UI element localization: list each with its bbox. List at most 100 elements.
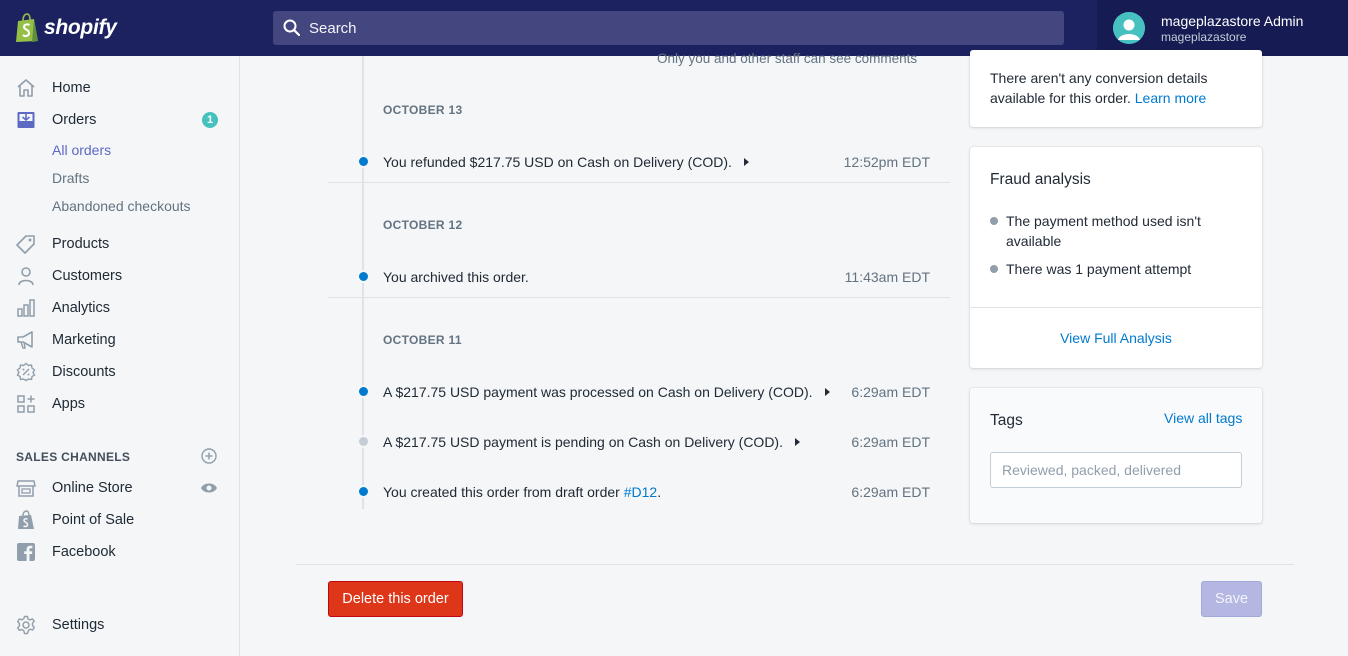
timeline-date: OCTOBER 11 bbox=[383, 333, 462, 347]
timeline-divider bbox=[328, 297, 950, 298]
shopify-logo[interactable]: shopify bbox=[0, 0, 240, 56]
delete-order-button[interactable]: Delete this order bbox=[328, 581, 463, 617]
timeline-divider bbox=[328, 182, 950, 183]
timeline-event-created: You created this order from draft order … bbox=[383, 484, 661, 500]
view-store-eye-icon[interactable] bbox=[200, 479, 218, 497]
fraud-analysis-card: Fraud analysis The payment method used i… bbox=[970, 147, 1262, 368]
sidebar-item-point-of-sale[interactable]: Point of Sale bbox=[0, 505, 239, 535]
draft-order-link[interactable]: #D12 bbox=[624, 484, 657, 500]
search-input[interactable]: Search bbox=[309, 20, 357, 37]
timeline-dot-pending bbox=[357, 435, 370, 448]
sidebar-item-label: Analytics bbox=[52, 300, 111, 316]
sidebar-item-label: Marketing bbox=[52, 332, 116, 348]
tags-title: Tags bbox=[990, 412, 1023, 429]
timeline-event-payment-pending[interactable]: A $217.75 USD payment is pending on Cash… bbox=[383, 434, 800, 450]
sidebar-item-apps[interactable]: Apps bbox=[0, 389, 239, 419]
tags-input[interactable]: Reviewed, packed, delivered bbox=[990, 452, 1242, 488]
apps-icon bbox=[16, 394, 36, 414]
customer-icon bbox=[16, 266, 36, 286]
fraud-analysis-title: Fraud analysis bbox=[990, 171, 1091, 188]
timeline-dot bbox=[357, 485, 370, 498]
footer-divider bbox=[296, 564, 1294, 565]
avatar bbox=[1113, 12, 1145, 44]
event-time: 12:52pm EDT bbox=[843, 154, 930, 170]
learn-more-link[interactable]: Learn more bbox=[1135, 90, 1207, 106]
sidebar-item-label: Orders bbox=[52, 112, 97, 128]
bullet-icon bbox=[990, 217, 998, 225]
view-full-analysis-link[interactable]: View Full Analysis bbox=[970, 330, 1262, 346]
sidebar-item-settings[interactable]: Settings bbox=[0, 610, 239, 640]
view-all-tags-link[interactable]: View all tags bbox=[1164, 410, 1242, 426]
sidebar-item-label: Point of Sale bbox=[52, 512, 135, 528]
search-bar[interactable]: Search bbox=[273, 11, 1064, 45]
sidebar-item-label: Discounts bbox=[52, 364, 116, 380]
sidebar-item-facebook[interactable]: Facebook bbox=[0, 537, 239, 567]
sidebar-item-label: Customers bbox=[52, 268, 123, 284]
facebook-icon bbox=[16, 542, 36, 562]
analytics-icon bbox=[16, 298, 36, 318]
event-text: You refunded $217.75 USD on Cash on Deli… bbox=[383, 154, 732, 170]
sidebar-item-label: Products bbox=[52, 236, 110, 252]
event-text: A $217.75 USD payment was processed on C… bbox=[383, 384, 813, 400]
event-text: You archived this order. bbox=[383, 269, 529, 285]
fraud-indicator: The payment method used isn't available bbox=[990, 211, 1220, 251]
event-time: 11:43am EDT bbox=[844, 269, 930, 285]
store-icon bbox=[16, 478, 36, 498]
pos-bag-icon bbox=[16, 510, 36, 530]
timeline-date: OCTOBER 13 bbox=[383, 103, 463, 117]
timeline-date: OCTOBER 12 bbox=[383, 218, 463, 232]
brand-name: shopify bbox=[44, 16, 117, 39]
home-icon bbox=[16, 78, 36, 98]
save-button[interactable]: Save bbox=[1201, 581, 1262, 617]
timeline-dot bbox=[357, 385, 370, 398]
orders-count-badge: 1 bbox=[202, 112, 218, 128]
timeline-dot bbox=[357, 270, 370, 283]
bullet-icon bbox=[990, 265, 998, 273]
timeline-event-refund[interactable]: You refunded $217.75 USD on Cash on Deli… bbox=[383, 154, 749, 170]
event-time: 6:29am EDT bbox=[851, 484, 930, 500]
fraud-indicator-text: There was 1 payment attempt bbox=[1006, 261, 1192, 277]
add-channel-icon[interactable] bbox=[200, 447, 218, 465]
megaphone-icon bbox=[16, 330, 36, 350]
orders-icon bbox=[16, 110, 36, 130]
sidebar-item-label: Apps bbox=[52, 396, 86, 412]
sidebar-item-label: Online Store bbox=[52, 480, 133, 496]
sidebar-item-customers[interactable]: Customers bbox=[0, 261, 239, 291]
sidebar-item-home[interactable]: Home bbox=[0, 73, 239, 103]
sidebar-item-label: Facebook bbox=[52, 544, 116, 560]
conversion-card: There aren't any conversion details avai… bbox=[970, 50, 1262, 127]
user-menu[interactable]: mageplazastore Admin mageplazastore bbox=[1097, 0, 1348, 56]
store-name: mageplazastore bbox=[1161, 30, 1247, 44]
user-name: mageplazastore Admin bbox=[1161, 13, 1304, 29]
fraud-indicator: There was 1 payment attempt bbox=[990, 259, 1220, 279]
search-icon bbox=[283, 19, 301, 37]
event-time: 6:29am EDT bbox=[851, 434, 930, 450]
timeline-event-payment-processed[interactable]: A $217.75 USD payment was processed on C… bbox=[383, 384, 830, 400]
event-text: A $217.75 USD payment is pending on Cash… bbox=[383, 434, 783, 450]
sidebar-item-products[interactable]: Products bbox=[0, 229, 239, 259]
event-time: 6:29am EDT bbox=[851, 384, 930, 400]
tags-card: Tags View all tags Reviewed, packed, del… bbox=[970, 388, 1262, 523]
sales-channels-heading: SALES CHANNELS bbox=[16, 450, 131, 464]
fraud-indicator-text: The payment method used isn't available bbox=[1006, 213, 1201, 249]
sidebar-subitem-drafts[interactable]: Drafts bbox=[52, 170, 89, 186]
sidebar-item-analytics[interactable]: Analytics bbox=[0, 293, 239, 323]
timeline-event-archived: You archived this order. bbox=[383, 269, 529, 285]
sidebar-subitem-abandoned-checkouts[interactable]: Abandoned checkouts bbox=[52, 198, 191, 214]
event-text-suffix: . bbox=[657, 484, 662, 500]
sidebar-item-label: Home bbox=[52, 80, 91, 96]
sidebar-item-marketing[interactable]: Marketing bbox=[0, 325, 239, 355]
timeline-dot bbox=[357, 155, 370, 168]
expand-arrow-icon[interactable] bbox=[743, 158, 749, 166]
sidebar-item-label: Settings bbox=[52, 617, 105, 633]
sidebar-subitem-all-orders[interactable]: All orders bbox=[52, 142, 111, 158]
event-text: You created this order from draft order bbox=[383, 484, 624, 500]
shopify-bag-icon bbox=[16, 13, 38, 42]
discount-icon bbox=[16, 362, 36, 382]
tag-icon bbox=[16, 234, 36, 254]
comment-visibility-note: Only you and other staff can see comment… bbox=[657, 51, 918, 66]
sidebar-item-discounts[interactable]: Discounts bbox=[0, 357, 239, 387]
card-divider bbox=[970, 307, 1262, 308]
top-bar: shopify Search mageplazastore Admin mage… bbox=[0, 0, 1348, 56]
gear-icon bbox=[16, 615, 36, 635]
